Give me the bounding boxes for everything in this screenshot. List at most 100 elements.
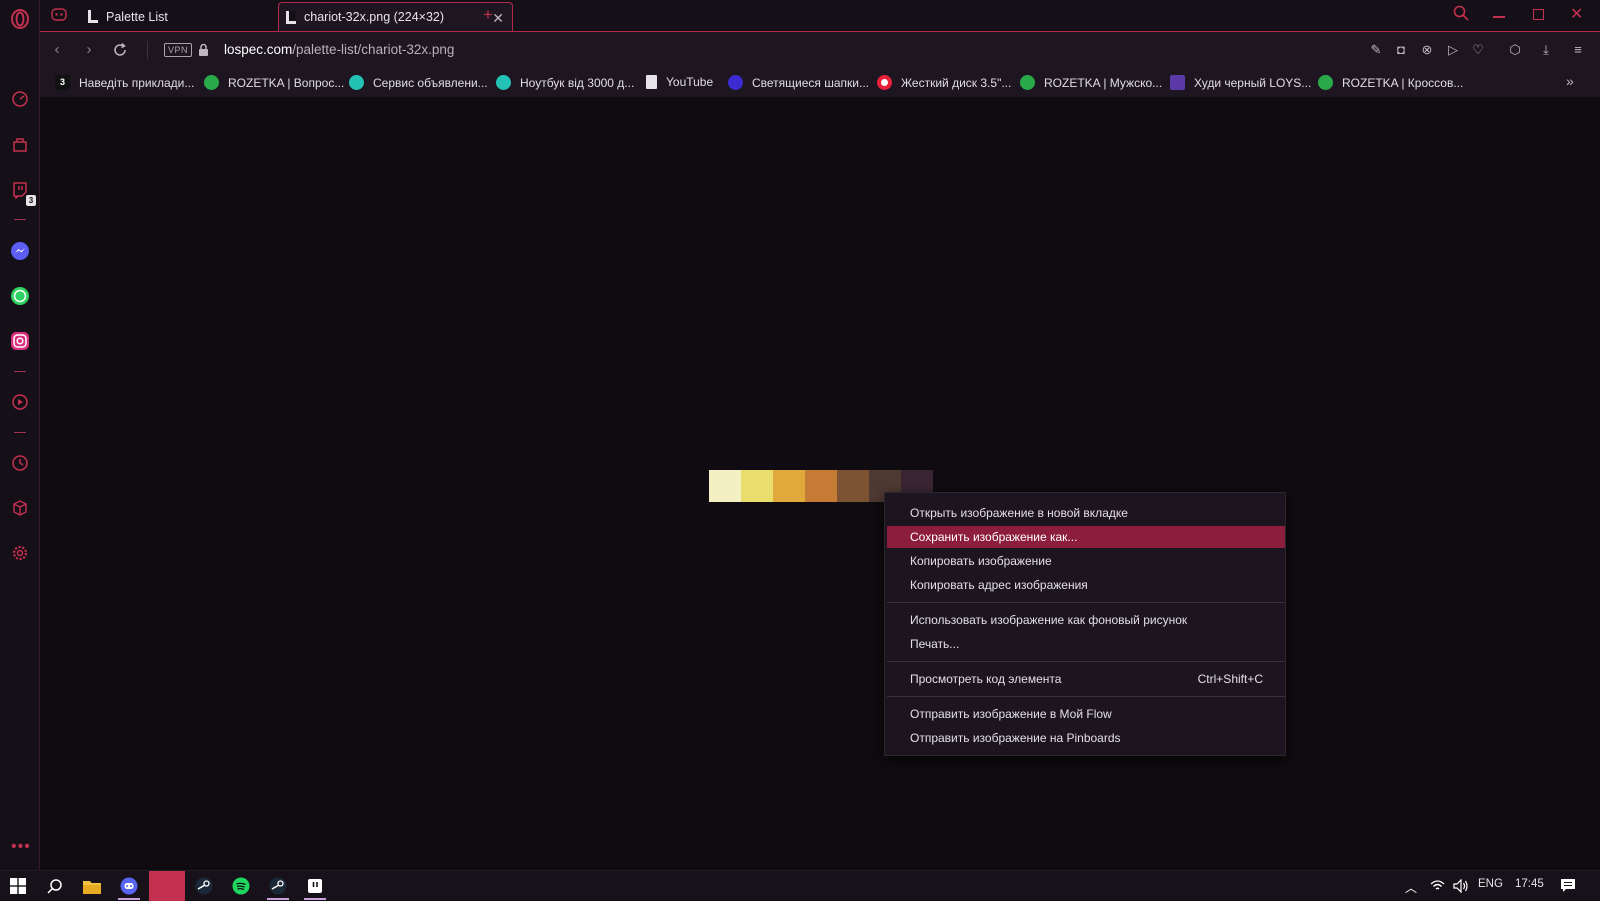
easy-setup-icon[interactable]: ✎ (1367, 41, 1385, 59)
wifi-icon[interactable] (1430, 879, 1445, 897)
volume-icon[interactable] (1453, 878, 1469, 898)
game-store-icon[interactable] (10, 135, 30, 155)
page-icon (646, 75, 657, 89)
whatsapp-icon[interactable] (10, 286, 30, 306)
lock-icon[interactable] (198, 43, 209, 62)
rozetka-icon (1318, 75, 1333, 90)
extensions-icon[interactable] (10, 498, 30, 518)
bookmark-item[interactable]: Ноутбук від 3000 д... (496, 75, 634, 90)
menu-item-label: Открыть изображение в новой вкладке (910, 506, 1128, 520)
bookmark-item[interactable]: ROZETKA | Кроссов... (1318, 75, 1463, 90)
menu-separator (887, 696, 1285, 697)
close-window-icon[interactable]: ✕ (1570, 4, 1583, 24)
bookmark-item[interactable]: ROZETKA | Мужско... (1020, 75, 1162, 90)
restore-icon[interactable] (1533, 9, 1544, 20)
twitch-badge: 3 (26, 195, 36, 206)
menu-separator (887, 661, 1285, 662)
more-icon[interactable]: ••• (11, 839, 31, 855)
menu-inspect-element[interactable]: Просмотреть код элемента Ctrl+Shift+C (887, 668, 1285, 690)
back-icon[interactable]: ‹ (48, 41, 66, 59)
menu-copy-image[interactable]: Копировать изображение (887, 550, 1285, 572)
bookmark-item[interactable]: YouTube (646, 75, 713, 89)
file-explorer-icon[interactable] (81, 875, 103, 897)
bookmark-item[interactable]: Светящиеся шапки... (728, 75, 869, 90)
gx-control-icon[interactable] (51, 8, 67, 27)
olx-icon (349, 75, 364, 90)
menu-item-label: Копировать изображение (910, 554, 1052, 568)
olx-icon (496, 75, 511, 90)
lospec-favicon-icon (286, 10, 296, 24)
tab-chariot-image[interactable]: chariot-32x.png (224×32) ✕ (278, 2, 513, 31)
bookmark-label: Ноутбук від 3000 д... (520, 75, 635, 90)
history-icon[interactable] (10, 453, 30, 473)
menu-item-label: Отправить изображение в Мой Flow (910, 707, 1112, 721)
bookmark-item[interactable]: 3 Наведіть приклади... (55, 75, 194, 90)
menu-open-image-new-tab[interactable]: Открыть изображение в новой вкладке (887, 502, 1285, 524)
sidebar-divider (14, 432, 26, 433)
menu-send-to-pinboards[interactable]: Отправить изображение на Pinboards (887, 727, 1285, 749)
show-hidden-icons-chevron-icon[interactable]: ︿ (1405, 879, 1417, 896)
bookmark-label: Жесткий диск 3.5"... (901, 75, 1012, 90)
forward-icon[interactable]: › (80, 41, 98, 59)
opera-logo-icon[interactable] (10, 9, 30, 29)
square-icon (1170, 75, 1185, 90)
search-icon[interactable] (44, 875, 66, 897)
menu-print[interactable]: Печать... (887, 633, 1285, 655)
notifications-icon[interactable] (1560, 878, 1576, 898)
menu-copy-image-address[interactable]: Копировать адрес изображения (887, 574, 1285, 596)
tab-close-icon[interactable]: ✕ (492, 10, 504, 27)
bookmark-item[interactable]: Худи черный LOYS... (1170, 75, 1311, 90)
menu-shortcut: Ctrl+Shift+C (1197, 672, 1263, 686)
instagram-icon[interactable] (10, 331, 30, 351)
reload-icon[interactable] (112, 42, 128, 63)
rozetka-icon (204, 75, 219, 90)
sidebar-divider (14, 371, 26, 372)
windows-start-icon[interactable] (7, 875, 29, 897)
settings-gear-icon[interactable] (10, 543, 30, 563)
menu-save-image-as[interactable]: Сохранить изображение как... (887, 526, 1285, 548)
menu-send-to-flow[interactable]: Отправить изображение в Мой Flow (887, 703, 1285, 725)
bookmark-label: ROZETKA | Вопрос... (228, 75, 345, 90)
url-field[interactable]: lospec.com/palette-list/chariot-32x.png (224, 42, 454, 57)
adblock-icon[interactable]: ⊗ (1418, 41, 1436, 59)
send-icon[interactable]: ▷ (1444, 41, 1462, 59)
discord-icon[interactable] (118, 875, 140, 897)
opera-gx-taskbar-icon[interactable] (149, 871, 185, 901)
minimize-icon[interactable] (1493, 16, 1505, 18)
bookmark-item[interactable]: Сервис объявлени... (349, 75, 488, 90)
more-bookmarks-icon[interactable]: » (1566, 73, 1574, 89)
bookmark-item[interactable]: ROZETKA | Вопрос... (204, 75, 344, 90)
menu-set-as-wallpaper[interactable]: Использовать изображение как фоновый рис… (887, 609, 1285, 631)
tab-title: chariot-32x.png (224×32) (304, 10, 445, 24)
rozetka-icon (1020, 75, 1035, 90)
steam-icon[interactable] (193, 875, 215, 897)
menu-item-label: Печать... (910, 637, 960, 651)
tab-bar: Palette List ✕ chariot-32x.png (224×32) … (40, 0, 1600, 31)
vpn-badge[interactable]: VPN (164, 43, 193, 57)
spotify-icon[interactable] (230, 875, 252, 897)
twitch-icon[interactable] (304, 875, 326, 897)
search-tabs-icon[interactable] (1453, 5, 1469, 26)
download-icon[interactable]: ⤓ (1537, 41, 1555, 59)
player-icon[interactable] (10, 392, 30, 412)
url-path: /palette-list/chariot-32x.png (292, 42, 455, 57)
bookmark-label: Наведіть приклади... (79, 75, 195, 90)
language-indicator[interactable]: ENG (1478, 878, 1503, 890)
palette-swatch (773, 470, 805, 502)
address-bar: ‹ › VPN lospec.com/palette-list/chariot-… (40, 31, 1600, 69)
heart-icon[interactable]: ♡ (1469, 41, 1487, 59)
clock[interactable]: 17:45 (1515, 878, 1544, 890)
bookmark-item[interactable]: Жесткий диск 3.5"... (877, 75, 1011, 90)
target-icon (877, 75, 892, 90)
cube-icon[interactable]: ⬡ (1506, 41, 1524, 59)
steam-icon[interactable] (267, 875, 289, 897)
menu-icon[interactable]: ≡ (1569, 41, 1587, 59)
site-icon (728, 75, 743, 90)
new-tab-plus-icon[interactable]: + (483, 5, 493, 25)
menu-item-label: Просмотреть код элемента (910, 672, 1062, 686)
palette-swatch (805, 470, 837, 502)
snapshot-camera-icon[interactable]: ◘ (1392, 41, 1410, 59)
speed-dial-icon[interactable] (10, 89, 30, 109)
messenger-icon[interactable] (10, 241, 30, 261)
bookmark-label: Худи черный LOYS... (1194, 75, 1312, 90)
